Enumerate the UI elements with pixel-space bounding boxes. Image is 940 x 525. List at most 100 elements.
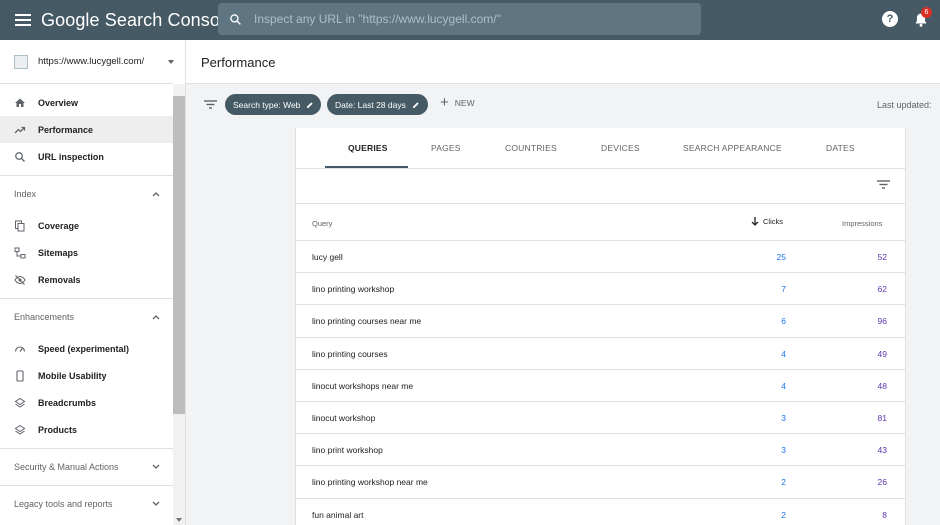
sidebar-item-label: Overview: [38, 97, 79, 108]
section-heading: Index: [14, 189, 37, 199]
table-row[interactable]: linocut workshops near me 4 48: [296, 370, 905, 402]
sidebar: https://www.lucygell.com/ Overview Perfo…: [0, 40, 186, 525]
sidebar-item-sitemaps[interactable]: Sitemaps: [0, 239, 173, 266]
sidebar-item-breadcrumbs[interactable]: Breadcrumbs: [0, 389, 173, 416]
filter-bar: Search type: Web Date: Last 28 days + NE…: [186, 84, 940, 128]
clicks-cell: 7: [781, 284, 786, 295]
notifications-button[interactable]: 6: [914, 7, 932, 30]
page-title: Performance: [201, 55, 276, 70]
app-logo[interactable]: Google Search Console: [41, 10, 234, 31]
section-security-toggle[interactable]: Security & Manual Actions: [0, 448, 173, 485]
tab-queries[interactable]: QUERIES: [348, 143, 388, 153]
sidebar-item-label: Performance: [38, 124, 94, 135]
arrow-down-icon: [751, 217, 759, 226]
query-cell: lino print workshop: [312, 445, 383, 456]
sidebar-item-overview[interactable]: Overview: [0, 89, 173, 116]
copy-icon: [14, 220, 26, 232]
sidebar-item-label: Products: [38, 424, 78, 435]
clicks-cell: 4: [781, 348, 786, 359]
date-range-chip[interactable]: Date: Last 28 days: [327, 94, 428, 115]
table-filter-icon[interactable]: [877, 180, 890, 189]
hamburger-menu-icon[interactable]: [15, 14, 31, 26]
tab-pages[interactable]: PAGES: [431, 143, 461, 153]
table-row[interactable]: lino printing workshop near me 2 26: [296, 466, 905, 499]
impressions-cell: 8: [882, 509, 887, 520]
impressions-cell: 26: [877, 477, 887, 488]
url-inspection-search-bar[interactable]: [218, 3, 701, 35]
sidebar-item-label: Removals: [38, 274, 81, 285]
sidebar-item-performance[interactable]: Performance: [0, 116, 173, 143]
sidebar-scrollbar-thumb[interactable]: [173, 96, 185, 414]
query-cell: fun animal art: [312, 509, 364, 520]
property-selector[interactable]: https://www.lucygell.com/: [0, 40, 174, 84]
section-heading: Legacy tools and reports: [14, 499, 113, 509]
table-row[interactable]: lino printing courses near me 6 96: [296, 305, 905, 338]
impressions-cell: 48: [877, 380, 887, 391]
notification-badge: 6: [921, 7, 932, 18]
table-row[interactable]: lino print workshop 3 43: [296, 434, 905, 467]
query-cell: linocut workshops near me: [312, 380, 414, 391]
sidebar-item-removals[interactable]: Removals: [0, 266, 173, 293]
clicks-cell: 6: [781, 316, 786, 327]
clicks-cell: 2: [781, 477, 786, 488]
column-header-query[interactable]: Query: [312, 219, 332, 228]
clicks-cell: 4: [781, 380, 786, 391]
query-cell: lino printing courses: [312, 348, 388, 359]
chevron-up-icon: [152, 192, 160, 197]
sidebar-item-mobile-usability[interactable]: Mobile Usability: [0, 362, 173, 389]
property-url: https://www.lucygell.com/: [38, 56, 145, 67]
search-type-chip[interactable]: Search type: Web: [225, 94, 321, 115]
trending-up-icon: [14, 124, 26, 136]
impressions-cell: 62: [877, 284, 887, 295]
table-row[interactable]: linocut workshop 3 81: [296, 402, 905, 435]
help-icon[interactable]: ?: [882, 11, 898, 27]
column-header-label: Clicks: [763, 217, 783, 226]
clicks-cell: 3: [781, 412, 786, 423]
phone-icon: [14, 369, 26, 382]
section-index-toggle[interactable]: Index: [0, 175, 173, 212]
chevron-down-icon: [152, 501, 160, 506]
new-filter-button[interactable]: + NEW: [440, 95, 475, 110]
search-icon: [230, 13, 241, 25]
tab-search-appearance[interactable]: SEARCH APPEARANCE: [683, 143, 782, 153]
scroll-down-arrow-icon[interactable]: [176, 518, 182, 522]
table-row[interactable]: lino printing courses 4 49: [296, 338, 905, 370]
impressions-cell: 52: [877, 252, 887, 262]
new-filter-label: NEW: [454, 98, 475, 108]
table-body: lucy gell 25 52 lino printing workshop 7 62 …: [296, 241, 905, 525]
section-legacy-toggle[interactable]: Legacy tools and reports: [0, 485, 173, 522]
active-tab-indicator: [325, 166, 408, 168]
pencil-icon: [307, 101, 314, 108]
eye-off-icon: [14, 274, 26, 286]
section-enhancements-toggle[interactable]: Enhancements: [0, 298, 173, 335]
table-row[interactable]: lino printing workshop 7 62: [296, 273, 905, 306]
clicks-cell: 3: [781, 445, 786, 456]
sidebar-item-label: Speed (experimental): [38, 343, 130, 354]
sidebar-item-coverage[interactable]: Coverage: [0, 212, 173, 239]
top-app-bar: Google Search Console ? 6: [0, 0, 940, 40]
impressions-cell: 81: [877, 412, 887, 423]
column-header-clicks[interactable]: Clicks: [751, 217, 783, 226]
property-icon: [14, 54, 28, 69]
impressions-cell: 43: [877, 445, 887, 456]
sidebar-item-label: URL inspection: [38, 151, 104, 162]
sidebar-item-speed[interactable]: Speed (experimental): [0, 335, 173, 362]
chip-label: Date: Last 28 days: [335, 99, 406, 110]
tab-dates[interactable]: DATES: [826, 143, 855, 153]
table-row[interactable]: lucy gell 25 52: [296, 241, 905, 274]
query-cell: lino printing courses near me: [312, 316, 422, 327]
sidebar-item-url-inspection[interactable]: URL inspection: [0, 143, 173, 170]
query-cell: lino printing workshop: [312, 284, 395, 295]
filter-icon[interactable]: [204, 100, 217, 109]
search-input[interactable]: [254, 12, 674, 26]
chevron-up-icon: [152, 315, 160, 320]
table-row[interactable]: fun animal art 2 8: [296, 499, 905, 525]
impressions-cell: 96: [877, 316, 887, 327]
tab-devices[interactable]: DEVICES: [601, 143, 640, 153]
column-header-impressions[interactable]: Impressions: [842, 219, 882, 228]
tab-countries[interactable]: COUNTRIES: [505, 143, 557, 153]
clicks-cell: 2: [781, 509, 786, 520]
section-heading: Enhancements: [14, 312, 75, 322]
layers-icon: [14, 424, 26, 436]
sidebar-item-products[interactable]: Products: [0, 416, 173, 443]
